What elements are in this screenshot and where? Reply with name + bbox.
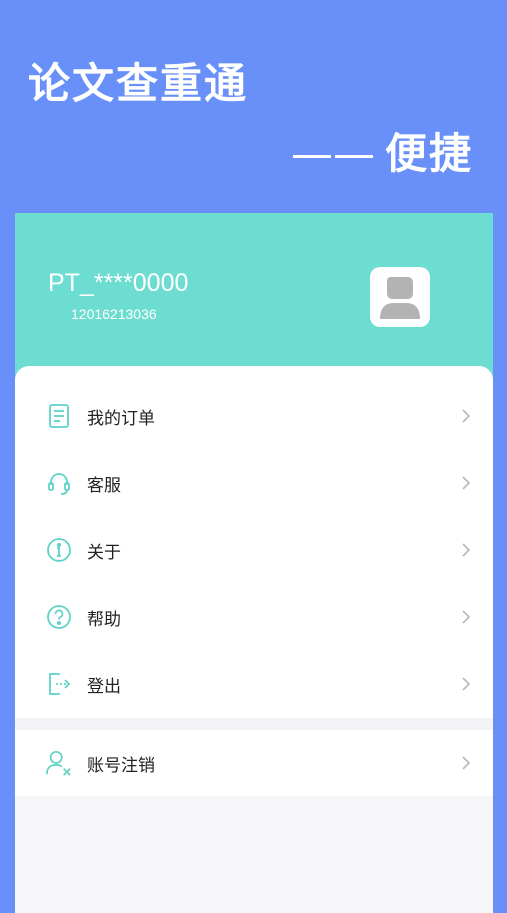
info-icon — [45, 536, 73, 564]
chevron-right-icon — [462, 543, 471, 557]
chevron-right-icon — [462, 409, 471, 423]
chevron-right-icon — [462, 610, 471, 624]
menu-item-label: 帮助 — [87, 609, 121, 630]
user-id: 12016213036 — [71, 306, 157, 322]
menu-item-logout[interactable]: 登出 — [15, 652, 493, 716]
profile-card: PT_****0000 12016213036 我的订单 客服 关于 帮助 登出… — [15, 213, 493, 913]
logout-icon — [45, 670, 73, 698]
order-list-icon — [45, 402, 73, 430]
profile-header: PT_****0000 12016213036 — [15, 213, 493, 388]
menu-item-help[interactable]: 帮助 — [15, 585, 493, 649]
help-icon — [45, 603, 73, 631]
chevron-right-icon — [462, 476, 471, 490]
menu-item-orders[interactable]: 我的订单 — [15, 384, 493, 448]
menu-list-secondary: 账号注销 — [15, 730, 493, 796]
section-divider — [15, 718, 493, 730]
menu-item-label: 我的订单 — [87, 408, 155, 429]
app-slogan: —— 便捷 — [291, 120, 473, 181]
delete-account-icon — [45, 749, 73, 777]
menu-item-customer-service[interactable]: 客服 — [15, 451, 493, 515]
headset-icon — [45, 469, 73, 497]
menu-item-label: 客服 — [87, 475, 121, 496]
app-title: 论文查重通 — [28, 59, 249, 108]
user-avatar-icon[interactable] — [370, 267, 430, 327]
menu-list: 我的订单 客服 关于 帮助 登出 — [15, 366, 493, 718]
menu-item-about[interactable]: 关于 — [15, 518, 493, 582]
slogan-text: 便捷 — [384, 129, 473, 178]
slogan-dash: —— — [290, 129, 375, 178]
username: PT_****0000 — [48, 269, 189, 297]
chevron-right-icon — [462, 756, 471, 770]
chevron-right-icon — [462, 677, 471, 691]
menu-item-label: 关于 — [87, 542, 121, 563]
menu-item-label: 登出 — [87, 676, 121, 697]
menu-item-delete-account[interactable]: 账号注销 — [15, 731, 493, 795]
menu-item-label: 账号注销 — [87, 755, 155, 776]
